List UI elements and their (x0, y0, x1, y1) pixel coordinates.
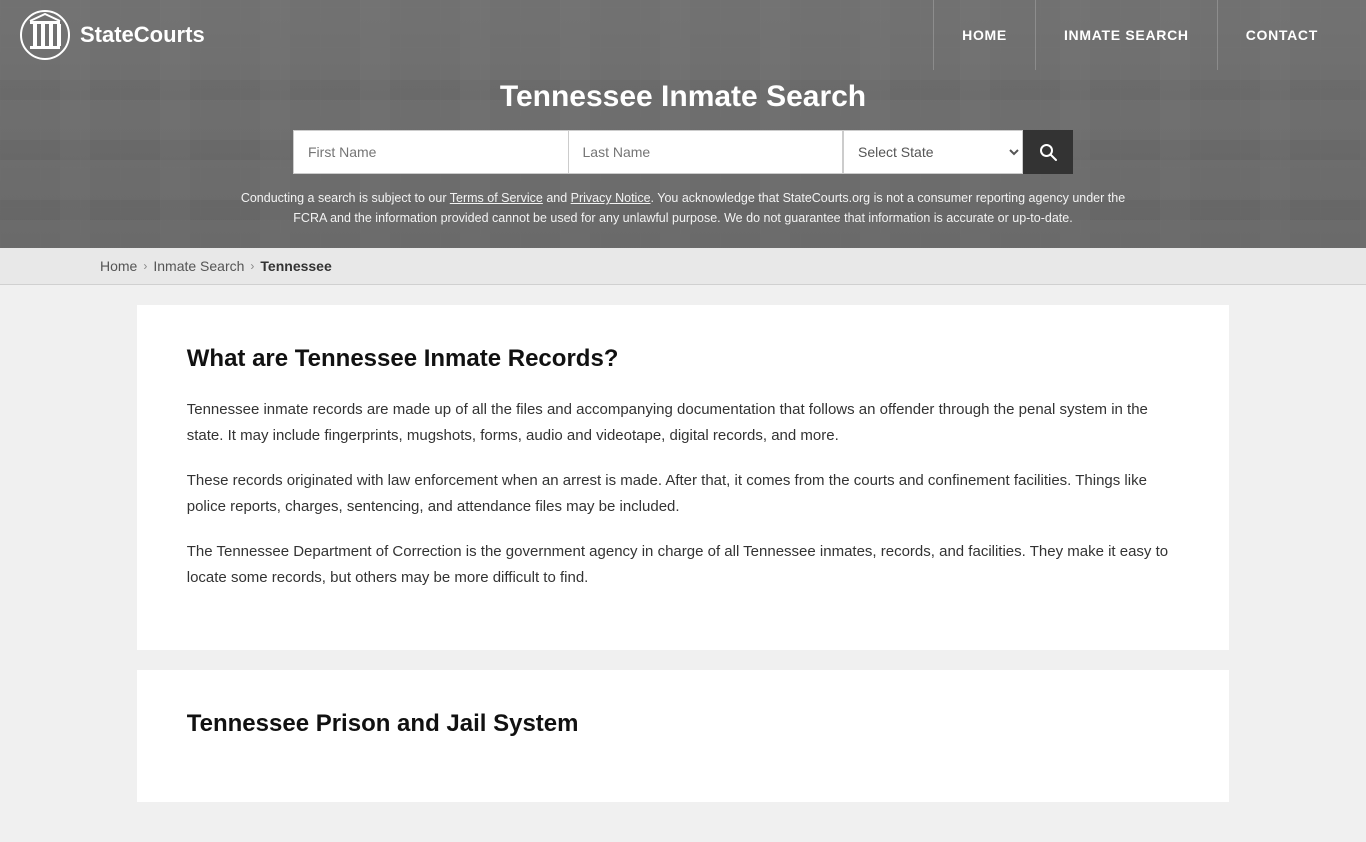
site-name: StateCourts (80, 22, 205, 48)
breadcrumb-current: Tennessee (260, 258, 331, 274)
state-select[interactable]: Select StateAlabamaAlaskaArizonaArkansas… (843, 130, 1023, 174)
last-name-input[interactable] (568, 130, 844, 174)
hero-content: Tennessee Inmate Search Select StateAlab… (0, 70, 1366, 248)
breadcrumb-home[interactable]: Home (100, 258, 137, 274)
legal-notice: Conducting a search is subject to our Te… (233, 188, 1133, 228)
breadcrumb-inmate-search[interactable]: Inmate Search (153, 258, 244, 274)
section-1-para-1: Tennessee inmate records are made up of … (187, 397, 1180, 448)
page-title: Tennessee Inmate Search (500, 80, 866, 114)
nav-home[interactable]: HOME (933, 0, 1035, 70)
breadcrumb: Home › Inmate Search › Tennessee (0, 248, 1366, 285)
top-nav: StateCourts HOME INMATE SEARCH CONTACT (0, 0, 1366, 70)
logo-icon (20, 10, 70, 60)
section-1-card: What are Tennessee Inmate Records? Tenne… (137, 305, 1230, 650)
nav-links: HOME INMATE SEARCH CONTACT (933, 0, 1346, 70)
section-2-card: Tennessee Prison and Jail System (137, 670, 1230, 802)
search-bar: Select StateAlabamaAlaskaArizonaArkansas… (293, 130, 1073, 174)
hero-section: StateCourts HOME INMATE SEARCH CONTACT T… (0, 0, 1366, 248)
privacy-link[interactable]: Privacy Notice (571, 191, 651, 205)
breadcrumb-sep-1: › (143, 259, 147, 273)
site-logo[interactable]: StateCourts (20, 10, 205, 60)
nav-contact[interactable]: CONTACT (1217, 0, 1346, 70)
breadcrumb-sep-2: › (250, 259, 254, 273)
section-2-title: Tennessee Prison and Jail System (187, 710, 1180, 738)
section-1-para-2: These records originated with law enforc… (187, 468, 1180, 519)
terms-link[interactable]: Terms of Service (450, 191, 543, 205)
nav-inmate-search[interactable]: INMATE SEARCH (1035, 0, 1217, 70)
search-icon (1038, 142, 1058, 162)
first-name-input[interactable] (293, 130, 568, 174)
search-button[interactable] (1023, 130, 1073, 174)
main-content: What are Tennessee Inmate Records? Tenne… (0, 285, 1366, 842)
section-1-title: What are Tennessee Inmate Records? (187, 345, 1180, 373)
section-1-para-3: The Tennessee Department of Correction i… (187, 539, 1180, 590)
